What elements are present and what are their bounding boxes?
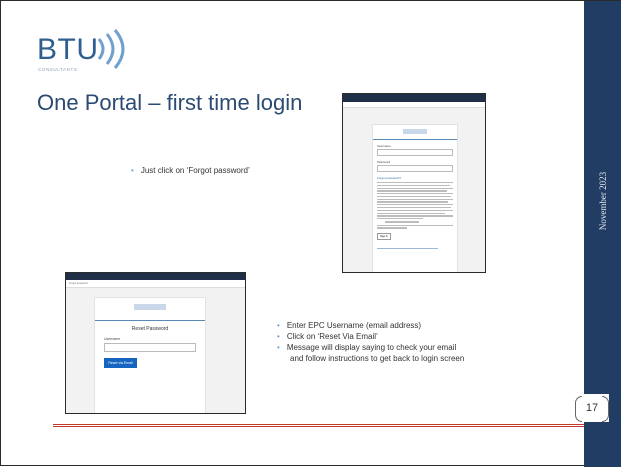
list-item: • Enter EPC Username (email address) (277, 320, 464, 331)
reset-card: Reset Password Username Reset via Email (94, 297, 206, 413)
date-label: November 2023 (584, 141, 621, 261)
bullet-dot-icon: • (277, 343, 280, 352)
password-label: Password (377, 160, 391, 164)
username-label: Username (104, 337, 121, 341)
divider (95, 320, 205, 321)
logo-text: BTU (37, 33, 99, 66)
reset-heading: Reset Password (131, 326, 169, 332)
footer-text (377, 247, 453, 249)
list-item: • Message will display saying to check yo… (277, 342, 464, 353)
checkbox-row[interactable] (377, 221, 453, 223)
screenshot-header-bar (66, 273, 245, 280)
forgot-password-link[interactable]: Forgot password? (377, 176, 457, 180)
signal-waves-icon (97, 29, 125, 69)
epc-logo-icon (403, 129, 427, 134)
bullet-text: and follow instructions to get back to l… (290, 354, 465, 363)
slide: BTU CONSULTANTS One Portal – first time … (0, 0, 621, 467)
epc-logo-icon (134, 304, 166, 310)
sign-in-button[interactable]: Sign In (377, 232, 391, 240)
logo-subtitle: CONSULTANTS (38, 67, 78, 72)
username-field[interactable] (377, 149, 453, 156)
screenshot-subbar (343, 102, 485, 108)
date-text: November 2023 (598, 171, 608, 231)
list-item: and follow instructions to get back to l… (277, 353, 464, 364)
slide-title: One Portal – first time login (37, 90, 303, 115)
policy-text (377, 224, 453, 229)
username-label: Username (377, 144, 391, 148)
reset-via-email-button[interactable]: Reset via Email (104, 358, 137, 368)
bullet-dot-icon: • (277, 321, 280, 330)
screenshot-subbar: Forgot password (66, 280, 245, 288)
list-item: • Click on ‘Reset Via Email’ (277, 331, 464, 342)
btu-logo: BTU CONSULTANTS (37, 29, 132, 77)
bullet-text: Just click on ‘Forgot password’ (140, 166, 250, 175)
bullet-dot-icon: • (131, 166, 134, 175)
bullet-list-reset: • Enter EPC Username (email address) • Cli… (277, 320, 464, 364)
terms-paragraph (377, 182, 453, 220)
reset-password-screenshot: Forgot password Reset Password Username … (65, 272, 246, 414)
bullet-text: Message will display saying to check you… (286, 343, 457, 352)
username-field[interactable] (104, 343, 196, 352)
bullet-forgot-password: • Just click on ‘Forgot password’ (131, 166, 250, 175)
page-number: 17 (575, 394, 609, 422)
bullet-dot-icon: • (277, 332, 280, 341)
footer-divider (53, 424, 586, 427)
bullet-text: Click on ‘Reset Via Email’ (286, 332, 378, 341)
login-screenshot: Username Password Forgot password? Sign … (342, 93, 486, 273)
login-card: Username Password Forgot password? Sign … (372, 124, 458, 272)
divider (373, 139, 457, 140)
screenshot-header-bar (343, 94, 485, 102)
bullet-text: Enter EPC Username (email address) (286, 321, 422, 330)
password-field[interactable] (377, 165, 453, 172)
